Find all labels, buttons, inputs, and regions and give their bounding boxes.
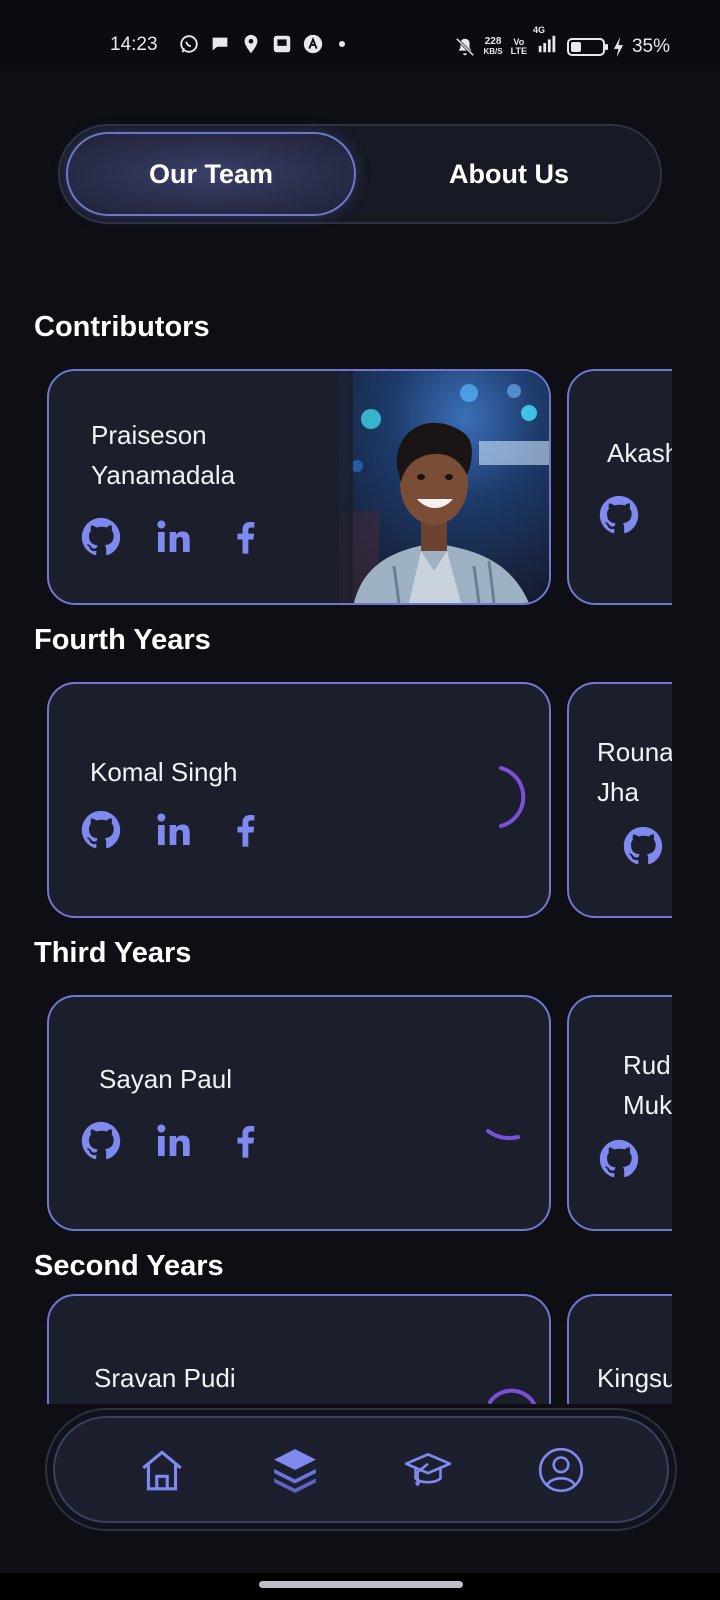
home-icon: [141, 1450, 182, 1490]
nav-team[interactable]: [265, 1440, 325, 1500]
linkedin-icon[interactable]: [153, 517, 193, 557]
linkedin-icon[interactable]: [153, 810, 193, 850]
notification-icons: [178, 33, 345, 55]
section-title-second-years: Second Years: [34, 1250, 224, 1282]
graduation-cap-icon: [404, 1452, 451, 1487]
nav-home[interactable]: [132, 1440, 192, 1500]
linkedin-icon[interactable]: [153, 1121, 193, 1161]
github-icon[interactable]: [599, 495, 639, 535]
tab-about-us[interactable]: About Us: [364, 132, 654, 216]
member-name: Kingsu: [597, 1363, 672, 1393]
member-name: Sayan Paul: [99, 1064, 232, 1094]
network-speed: 228 KB/S: [483, 36, 503, 57]
github-icon[interactable]: [81, 517, 121, 557]
social-links: [599, 495, 672, 535]
github-icon[interactable]: [623, 826, 663, 866]
member-name: Akash: [607, 438, 672, 468]
third-years-carousel[interactable]: Sayan Paul Rud Muk: [0, 995, 672, 1231]
system-icons: 228 KB/S Vo LTE 4G 35%: [454, 25, 670, 61]
battery-percent: 35%: [631, 36, 670, 57]
member-card[interactable]: Sravan Pudi: [47, 1294, 551, 1404]
social-links: [599, 1139, 672, 1179]
fourth-years-carousel[interactable]: Komal Singh Rouna Jha: [0, 682, 672, 918]
signal-icon: 4G: [533, 25, 559, 61]
contributors-carousel[interactable]: Praiseson Yanamadala Akas: [0, 369, 672, 605]
member-name: Praiseson Yanamadala: [91, 420, 236, 490]
linkedin-icon[interactable]: [671, 495, 672, 535]
social-links: [81, 1121, 265, 1161]
member-card[interactable]: Komal Singh: [47, 682, 551, 918]
member-name: Rud Muk: [623, 1050, 672, 1120]
second-years-carousel[interactable]: Sravan Pudi Kingsu: [0, 1294, 672, 1404]
photo-fade: [313, 371, 353, 603]
facebook-icon[interactable]: [225, 810, 265, 850]
screen-icon: [273, 35, 291, 53]
member-name: Sravan Pudi: [94, 1363, 236, 1393]
section-title-contributors: Contributors: [34, 311, 210, 343]
chat-icon: [212, 37, 228, 51]
facebook-icon[interactable]: [225, 1121, 265, 1161]
social-links: [81, 810, 265, 850]
charging-icon: [613, 36, 624, 58]
bottom-navigation: [45, 1408, 677, 1531]
member-card[interactable]: Praiseson Yanamadala: [47, 369, 551, 605]
profile-icon: [538, 1447, 583, 1492]
tab-switcher: Our Team About Us: [58, 124, 662, 224]
battery-icon: [566, 38, 608, 56]
loading-spinner: [488, 1388, 537, 1404]
member-name: Komal Singh: [90, 757, 238, 787]
member-card[interactable]: Sayan Paul: [47, 995, 551, 1231]
social-links: [81, 517, 265, 557]
mute-icon: [455, 37, 474, 57]
volte-indicator: Vo LTE: [510, 37, 527, 56]
section-title-fourth-years: Fourth Years: [34, 624, 211, 656]
github-icon[interactable]: [599, 1139, 639, 1179]
social-links: [623, 826, 663, 866]
section-title-third-years: Third Years: [34, 937, 192, 969]
a-icon: [303, 34, 323, 54]
github-icon[interactable]: [81, 810, 121, 850]
home-indicator[interactable]: [259, 1581, 463, 1588]
whatsapp-icon: [180, 35, 198, 53]
member-card[interactable]: Rouna Jha: [567, 682, 672, 918]
tab-our-team[interactable]: Our Team: [66, 132, 356, 216]
member-card[interactable]: Kingsu: [567, 1294, 672, 1404]
gesture-bar: [0, 1573, 720, 1600]
member-name: Rouna Jha: [597, 737, 672, 807]
location-icon: [244, 34, 258, 54]
member-card[interactable]: Rud Muk: [567, 995, 672, 1231]
status-time: 14:23: [110, 34, 158, 55]
layers-icon: [273, 1448, 316, 1493]
nav-profile[interactable]: [531, 1440, 591, 1500]
linkedin-icon[interactable]: [671, 1139, 672, 1179]
loading-spinner: [486, 1129, 520, 1141]
member-card[interactable]: Akash: [567, 369, 672, 605]
status-bar: 14:23 228 KB/S Vo LTE 4G 35%: [0, 0, 720, 70]
dot-icon: [339, 41, 345, 47]
member-photo: [339, 371, 549, 603]
facebook-icon[interactable]: [225, 517, 265, 557]
nav-academics[interactable]: [398, 1440, 458, 1500]
loading-spinner: [499, 766, 526, 828]
github-icon[interactable]: [81, 1121, 121, 1161]
